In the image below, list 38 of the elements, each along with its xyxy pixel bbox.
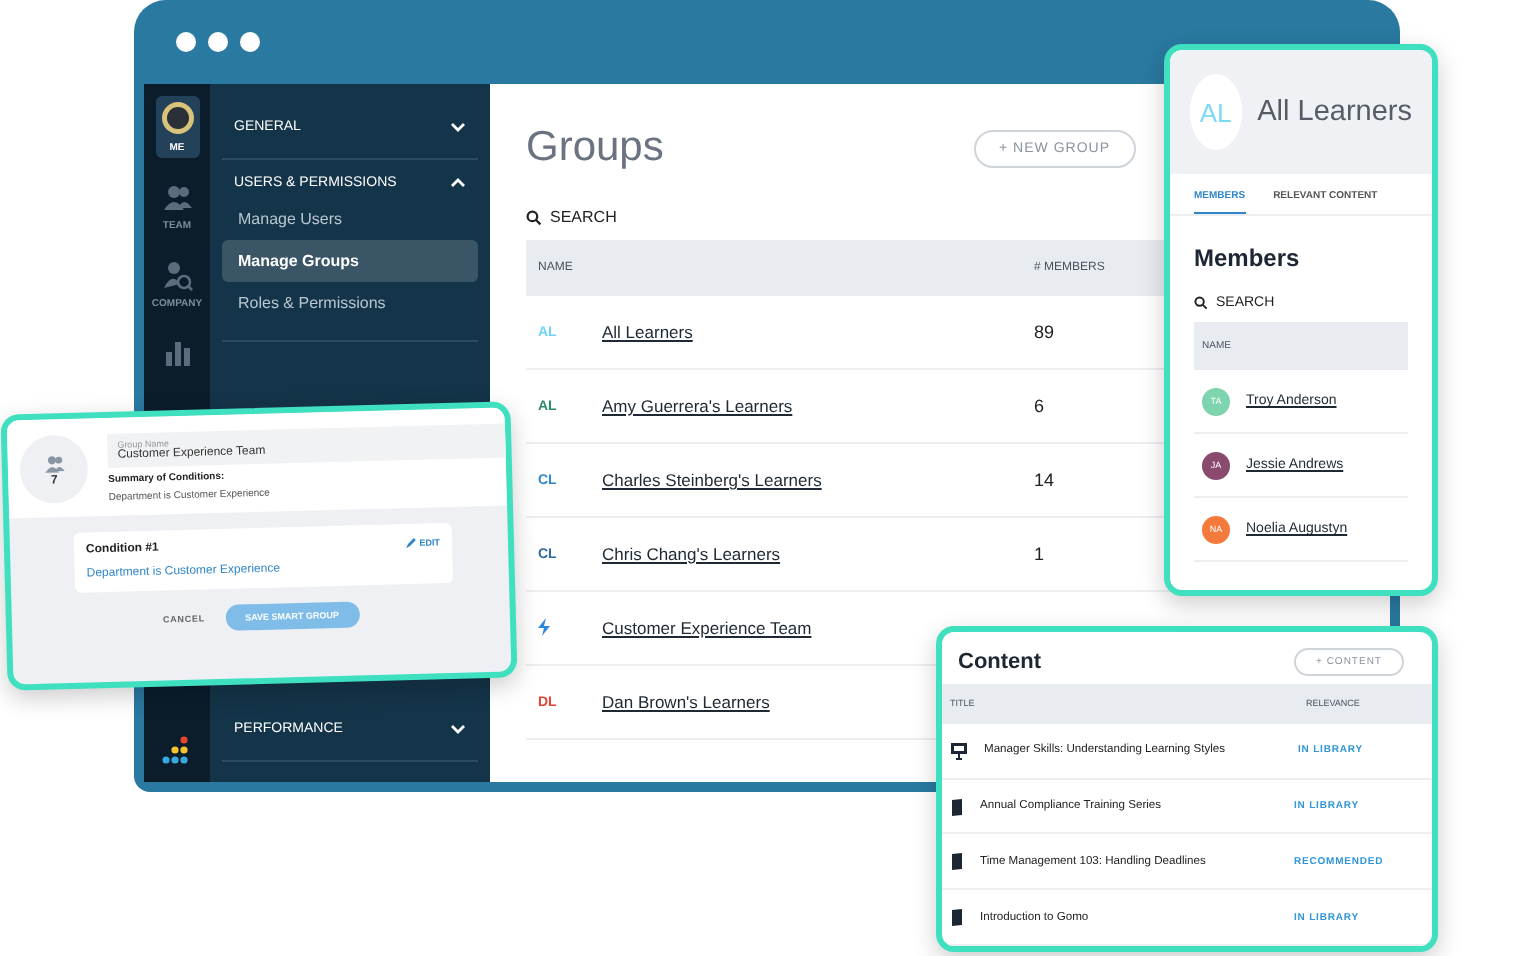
logo-icon [161,734,193,766]
people-icon [42,452,66,475]
book-icon [950,908,964,927]
chevron-up-icon [450,178,466,188]
avatar-icon [159,100,195,136]
group-link[interactable]: Customer Experience Team [602,618,812,638]
person-search-icon [161,260,193,292]
people-icon [161,182,193,214]
member-count: 1 [1034,544,1045,564]
search-icon [1194,296,1208,310]
group-link[interactable]: All Learners [602,322,693,342]
pencil-icon [405,536,416,548]
book-icon [950,852,964,871]
chevron-down-icon [450,724,466,734]
card-title: Content [958,650,1042,674]
group-avatar: AL [1190,74,1242,150]
book-icon [950,797,964,816]
member-count: 89 [1034,322,1055,342]
bar-chart-icon [163,338,191,366]
nav-item[interactable]: Manage Groups [222,240,478,282]
group-link[interactable]: Charles Steinberg's Learners [602,470,822,490]
section-heading: Members [1194,244,1302,272]
member-count: 14 [1034,470,1055,490]
window-dot [176,32,196,52]
presentation-icon [950,741,968,760]
group-link[interactable]: Amy Guerrera's Learners [602,396,793,416]
chevron-down-icon [450,122,466,132]
nav-item[interactable]: Manage Users [222,198,478,240]
nav-item[interactable]: Roles & Permissions [222,282,478,324]
group-link[interactable]: Chris Chang's Learners [602,544,781,564]
group-link[interactable]: Dan Brown's Learners [602,692,770,712]
search-field[interactable]: SEARCH [550,208,617,226]
window-dot [208,32,228,52]
group-title: All Learners [1257,96,1412,128]
window-dot [240,32,260,52]
page-title: Groups [526,124,664,172]
search-icon [526,209,542,225]
member-count: 6 [1034,396,1045,416]
